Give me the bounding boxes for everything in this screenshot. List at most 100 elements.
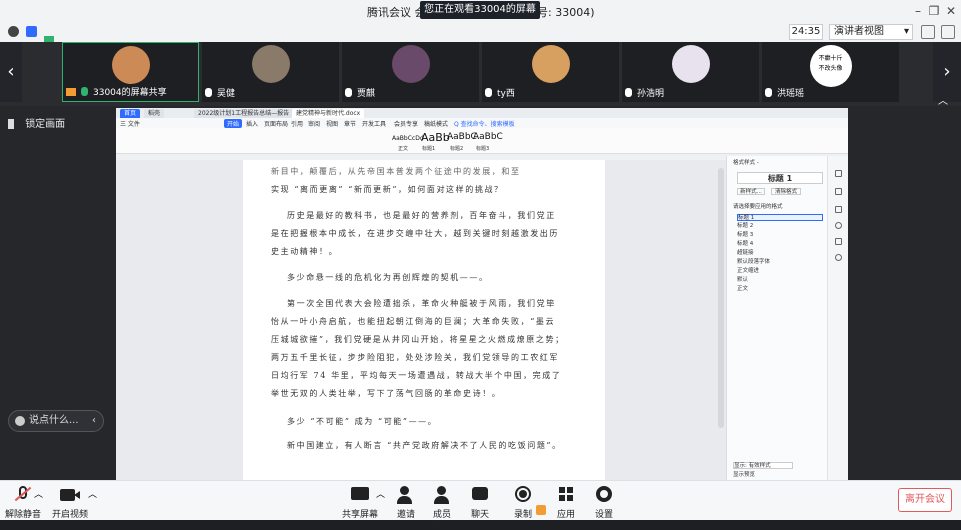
invite-button[interactable]: 邀请 <box>392 483 420 520</box>
participant-tile[interactable]: 吴健 <box>202 42 339 102</box>
lock-view-button[interactable]: 锁定画面 <box>8 116 88 134</box>
participant-tile[interactable]: 贾麒 <box>342 42 479 102</box>
view-mode-dropdown[interactable]: 演讲者视图 ▾ <box>829 24 913 40</box>
record-button[interactable]: 录制 <box>510 483 536 520</box>
tab-current-doc[interactable]: 建党精神与新时代.docx <box>292 109 365 118</box>
style-list-item[interactable]: 正文 <box>737 286 823 293</box>
menu-developer[interactable]: 开发工具 <box>362 119 386 128</box>
quick-chat-input[interactable]: 说点什么... ‹ <box>8 410 104 432</box>
video-button[interactable]: 开启视频 <box>52 483 88 520</box>
leave-meeting-button[interactable]: 离开会议 <box>898 488 952 512</box>
document-scrollbar[interactable] <box>718 168 724 428</box>
lock-view-label: 锁定画面 <box>25 119 66 130</box>
document-tabs: 首页 稻壳 2022级计划1工程报告总结—报告 建党精神与新时代.docx <box>116 108 848 118</box>
location-icon[interactable] <box>835 254 842 261</box>
style-list-item[interactable]: 默认 <box>737 277 823 284</box>
current-style-box[interactable]: 标题 1 <box>737 172 823 184</box>
smile-icon <box>15 416 25 426</box>
paragraph: 新中国建立，有人断言 “共产党政府解决不了人民的吃饭问题”。 <box>287 441 562 450</box>
mic-muted-icon <box>345 88 352 97</box>
paragraph: 历史是最好的教科书，也是最好的营养剂，百年奋斗，我们党正 <box>287 211 556 220</box>
mic-icon <box>81 87 88 96</box>
info-icon[interactable] <box>8 26 19 37</box>
menu-member[interactable]: 会员专享 <box>394 119 418 128</box>
style-list-item[interactable]: 标题 2 <box>737 223 823 230</box>
menu-view[interactable]: 视图 <box>326 119 338 128</box>
menu-insert[interactable]: 插入 <box>246 119 258 128</box>
share-options-caret[interactable]: ︿ <box>376 487 385 500</box>
avatar: 不癫十斤 不改头像 <box>809 45 852 87</box>
chat-button[interactable]: 聊天 <box>468 483 492 520</box>
tab-report[interactable]: 2022级计划1工程报告总结—报告 <box>194 109 294 118</box>
style-list-item[interactable]: 默认段落字体 <box>737 259 823 266</box>
paragraph: 举世无双的人类壮举，写下了荡气回肠的革命史诗！。 <box>271 389 502 398</box>
shapes-icon[interactable] <box>835 206 842 213</box>
fullscreen-icon[interactable] <box>921 25 935 39</box>
menu-review[interactable]: 审阅 <box>308 119 320 128</box>
style-list-item[interactable]: 标题 4 <box>737 241 823 248</box>
document-page[interactable]: 新目中，颠覆后，从先帝国本普发两个征途中的发展，和至 实现 “离而更离” “新而… <box>243 160 605 480</box>
style-list-item[interactable]: 标题 1 <box>737 214 823 221</box>
unmute-label: 解除静音 <box>4 510 41 520</box>
share-label: 共享屏幕 <box>341 510 378 520</box>
style-normal[interactable]: AaBbCcDd <box>392 135 424 142</box>
menu-home[interactable]: 开始 <box>224 119 243 128</box>
style-name: 正文 <box>398 146 409 152</box>
paragraph: 新目中，颠覆后，从先帝国本普发两个征途中的发展，和至 <box>271 167 521 176</box>
shield-icon[interactable] <box>26 26 37 37</box>
paragraph: 多少 “不可能” 成为 “可能”——。 <box>287 417 438 426</box>
style-heading1[interactable]: AaBb <box>421 131 450 144</box>
members-label: 成员(22) <box>432 510 452 530</box>
menu-chapter[interactable]: 章节 <box>344 119 356 128</box>
menu-file[interactable]: 三 文件 <box>120 119 140 128</box>
document-sidebar-tools <box>827 156 848 480</box>
style-list-item[interactable]: 正文缩进 <box>737 268 823 275</box>
cursor-icon[interactable] <box>835 188 842 195</box>
participant-tile[interactable]: 孙浩明 <box>622 42 759 102</box>
minimize-button[interactable]: – <box>910 3 926 19</box>
participant-name: 孙浩明 <box>637 89 665 99</box>
share-screen-button[interactable]: 共享屏幕 <box>340 483 380 520</box>
pen-icon[interactable] <box>835 170 842 177</box>
menu-search[interactable]: Q 查找命令、搜索模板 <box>454 119 515 128</box>
style-heading3[interactable]: AaBbC <box>473 132 503 142</box>
strip-left-arrow[interactable]: ‹ <box>0 42 22 102</box>
participant-tile[interactable]: 33004的屏幕共享 <box>62 42 199 102</box>
layout-icon[interactable] <box>941 25 955 39</box>
view-mode-label: 演讲者视图 <box>834 26 884 37</box>
screen-share-icon <box>66 87 76 96</box>
tab-home[interactable]: 首页 <box>120 109 141 118</box>
document-menu: 三 文件 开始 插入 页面布局 引用 审阅 视图 章节 开发工具 会员专享 稿纸… <box>116 118 848 128</box>
show-preview-checkbox[interactable]: 显示预览 <box>733 472 819 479</box>
menu-draft[interactable]: 稿纸模式 <box>424 119 448 128</box>
video-options-caret[interactable]: ︿ <box>88 487 97 500</box>
paragraph: 史主动精神！。 <box>271 247 339 256</box>
close-button[interactable]: ✕ <box>943 3 959 19</box>
mic-muted-icon <box>625 88 632 97</box>
clock-icon[interactable] <box>835 222 842 229</box>
window-title: 腾讯会议 会 <box>367 6 426 19</box>
menu-layout[interactable]: 页面布局 <box>264 119 288 128</box>
style-list-item[interactable]: 超链接 <box>737 250 823 257</box>
settings-button[interactable]: 设置 <box>592 483 616 520</box>
apps-button[interactable]: 应用 <box>554 483 578 520</box>
participant-strip: ‹ 33004的屏幕共享 吴健 贾麒 ty西 孙浩明 不癫十斤 不改头像 洪瑶瑶… <box>0 42 961 106</box>
collapse-strip-button[interactable]: ︿ <box>938 92 948 107</box>
restore-button[interactable]: ❐ <box>926 3 942 19</box>
participant-tile[interactable]: 不癫十斤 不改头像 洪瑶瑶 <box>762 42 899 102</box>
participant-tile[interactable]: ty西 <box>482 42 619 102</box>
calendar-icon[interactable] <box>835 238 842 245</box>
clear-format-button[interactable]: 清除格式 <box>771 188 801 195</box>
pane-title: 格式样式 - <box>733 160 759 166</box>
chevron-left-icon[interactable]: ‹ <box>92 411 96 431</box>
members-button[interactable]: 成员(22) <box>424 483 460 530</box>
avatar <box>251 45 290 83</box>
tab-docer[interactable]: 稻壳 <box>144 109 165 118</box>
viewing-badge: 您正在观看33004的屏幕 <box>420 1 540 19</box>
new-style-button[interactable]: 新样式... <box>737 188 765 195</box>
style-list-item[interactable]: 标题 3 <box>737 232 823 239</box>
mic-options-caret[interactable]: ︿ <box>34 487 43 500</box>
menu-references[interactable]: 引用 <box>291 119 303 128</box>
invite-icon <box>395 485 417 505</box>
show-styles-select[interactable]: 显示: 有效样式 <box>733 462 793 469</box>
